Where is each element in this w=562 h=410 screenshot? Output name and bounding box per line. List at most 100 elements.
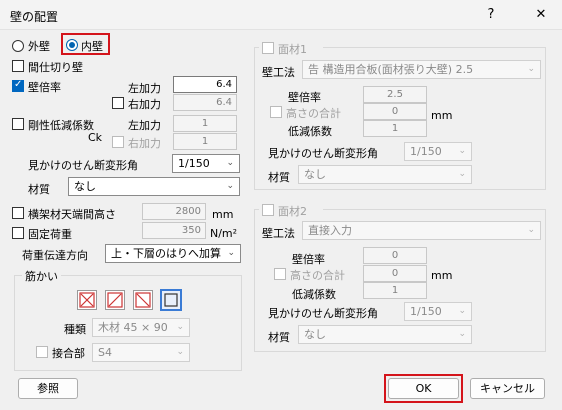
deform-angle-value: 1/150: [178, 157, 210, 170]
window-title: 壁の配置: [10, 10, 59, 24]
brace-joint-value: S4: [98, 346, 112, 359]
stiffness-reduction-label: 剛性低減係数: [28, 119, 94, 132]
panel1-height-input[interactable]: 0: [363, 103, 427, 120]
bairitsu-right-label: 右加力: [128, 98, 161, 111]
panel2-height-label: 高さの合計: [290, 269, 345, 282]
chevron-down-icon: ⌄: [458, 169, 466, 179]
bairitsu-left-label: 左加力: [128, 82, 161, 95]
partition-label: 間仕切り壁: [28, 61, 83, 74]
panel2-angle-select[interactable]: 1/150 ⌄: [404, 302, 472, 321]
partition-checkbox[interactable]: [12, 60, 24, 72]
panel2-bairitsu-input[interactable]: 0: [363, 247, 427, 264]
help-button[interactable]: ?: [478, 5, 504, 25]
deform-angle-select[interactable]: 1/150 ⌄: [172, 154, 240, 173]
panel2-height-unit: mm: [431, 269, 453, 282]
bairitsu-checkbox[interactable]: [12, 79, 24, 92]
inner-wall-label: 内壁: [81, 40, 103, 53]
panel2-checkbox[interactable]: [262, 204, 274, 216]
panel1-angle-value: 1/150: [410, 145, 442, 158]
brace-type-select[interactable]: 木材 45 × 90 ⌄: [92, 318, 190, 337]
brace-joint-label: 接合部: [52, 347, 85, 360]
panel2-angle-value: 1/150: [410, 305, 442, 318]
browse-button[interactable]: 参照: [18, 378, 78, 399]
brace-joint-checkbox[interactable]: [36, 346, 48, 358]
load-transfer-select[interactable]: 上・下層のはりへ加算 ⌄: [105, 244, 241, 263]
panel1-height-checkbox[interactable]: [270, 106, 282, 118]
chevron-down-icon: ⌄: [226, 158, 234, 168]
inner-wall-radio[interactable]: [66, 39, 78, 51]
panel1-material-value: なし: [304, 168, 326, 181]
panel1-reduce-input[interactable]: 1: [363, 120, 427, 137]
chevron-down-icon: ⌄: [227, 248, 235, 258]
panel1-method-select[interactable]: 告 構造用合板(面材張り大壁) 2.5 ⌄: [302, 60, 541, 79]
chevron-down-icon: ⌄: [176, 322, 184, 332]
chevron-down-icon: ⌄: [458, 329, 466, 339]
chevron-down-icon: ⌄: [527, 64, 535, 74]
fixed-load-input[interactable]: 350: [142, 222, 206, 239]
panel1-height-unit: mm: [431, 109, 453, 122]
panel1-bairitsu-label: 壁倍率: [288, 91, 321, 104]
brace-type-label: 種類: [64, 323, 86, 336]
brace-none-button[interactable]: [160, 289, 182, 311]
stiffness-right-checkbox[interactable]: [112, 136, 124, 148]
panel1-material-label: 材質: [268, 171, 290, 184]
chevron-down-icon: ⌄: [226, 181, 234, 191]
load-transfer-label: 荷重伝達方向: [22, 249, 88, 262]
close-button[interactable]: ✕: [528, 5, 554, 25]
panel2-material-value: なし: [304, 328, 326, 341]
chevron-down-icon: ⌄: [458, 146, 466, 156]
deform-angle-label: 見かけのせん断変形角: [28, 159, 138, 172]
panel2-method-label: 壁工法: [262, 227, 295, 240]
panel1-bairitsu-input[interactable]: 2.5: [363, 86, 427, 103]
panel1-material-select[interactable]: なし ⌄: [298, 165, 472, 184]
panel2-method-select[interactable]: 直接入力 ⌄: [302, 221, 541, 240]
material-select[interactable]: なし ⌄: [68, 177, 240, 196]
stiffness-right-input[interactable]: 1: [173, 133, 237, 150]
panel2-height-checkbox[interactable]: [274, 268, 286, 280]
beam-height-unit: mm: [212, 208, 234, 221]
panel1-method-value: 告 構造用合板(面材張り大壁) 2.5: [308, 63, 474, 76]
panel2-height-input[interactable]: 0: [363, 265, 427, 282]
ck-label: Ck: [88, 131, 103, 144]
beam-height-label: 横架材天端間高さ: [28, 208, 116, 221]
brace-slash-button[interactable]: [105, 290, 125, 310]
brace-slash-icon: [107, 292, 123, 308]
bairitsu-right-checkbox[interactable]: [112, 97, 124, 109]
stiffness-left-label: 左加力: [128, 119, 161, 132]
chevron-down-icon: ⌄: [176, 347, 184, 357]
brace-cross-button[interactable]: [77, 290, 97, 310]
brace-backslash-icon: [135, 292, 151, 308]
cancel-button[interactable]: キャンセル: [470, 378, 545, 399]
stiffness-left-input[interactable]: 1: [173, 115, 237, 132]
panel1-angle-label: 見かけのせん断変形角: [268, 147, 378, 160]
panel1-angle-select[interactable]: 1/150 ⌄: [404, 142, 472, 161]
brace-none-icon: [164, 293, 178, 307]
stiffness-reduction-checkbox[interactable]: [12, 118, 24, 130]
fixed-load-checkbox[interactable]: [12, 227, 24, 239]
panel2-material-select[interactable]: なし ⌄: [298, 325, 472, 344]
ok-button[interactable]: OK: [388, 378, 459, 399]
brace-type-value: 木材 45 × 90: [98, 321, 168, 334]
bairitsu-right-input[interactable]: 6.4: [173, 94, 237, 111]
panel2-angle-label: 見かけのせん断変形角: [268, 307, 378, 320]
brace-cross-icon: [79, 292, 95, 308]
stiffness-right-label: 右加力: [128, 137, 161, 150]
outer-wall-radio[interactable]: [12, 40, 24, 52]
material-value: なし: [74, 180, 96, 193]
panel1-checkbox[interactable]: [262, 42, 274, 54]
brace-backslash-button[interactable]: [133, 290, 153, 310]
panel2-bairitsu-label: 壁倍率: [292, 253, 325, 266]
beam-height-checkbox[interactable]: [12, 207, 24, 219]
panel2-reduce-label: 低減係数: [292, 288, 336, 301]
panel2-reduce-input[interactable]: 1: [363, 282, 427, 299]
fixed-load-label: 固定荷重: [28, 228, 72, 241]
brace-joint-select[interactable]: S4 ⌄: [92, 343, 190, 362]
chevron-down-icon: ⌄: [527, 225, 535, 235]
bairitsu-left-input[interactable]: 6.4: [173, 76, 237, 93]
beam-height-input[interactable]: 2800: [142, 203, 206, 220]
material-label: 材質: [28, 183, 50, 196]
load-transfer-value: 上・下層のはりへ加算: [111, 247, 221, 260]
chevron-down-icon: ⌄: [458, 306, 466, 316]
panel1-label: 面材1: [278, 43, 307, 56]
panel2-material-label: 材質: [268, 331, 290, 344]
